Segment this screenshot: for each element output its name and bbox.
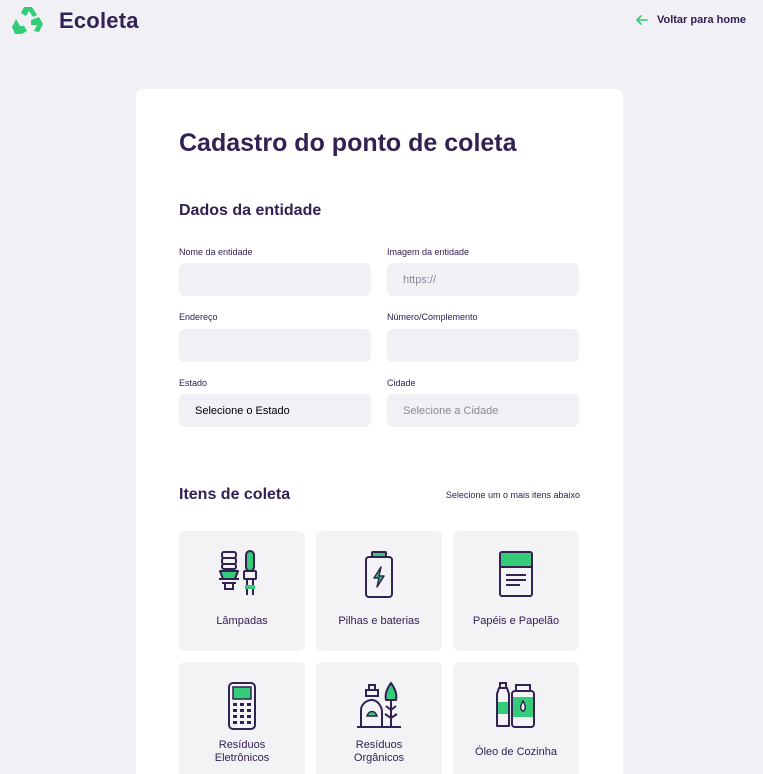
entity-name-label: Nome da entidade: [179, 247, 253, 257]
item-label: Lâmpadas: [216, 615, 268, 627]
arrow-left-icon: [636, 15, 648, 25]
item-label: Papéis e Papelão: [472, 615, 560, 627]
city-label: Cidade: [387, 378, 416, 388]
address-label: Endereço: [179, 312, 218, 322]
city-select[interactable]: Selecione a Cidade: [387, 394, 579, 427]
number-label: Número/Complemento: [387, 312, 478, 322]
entity-image-input[interactable]: [387, 263, 579, 296]
item-oil[interactable]: Óleo de Cozinha: [453, 662, 579, 774]
item-label: Pilhas e baterias: [338, 615, 420, 627]
oil-icon: [496, 682, 535, 728]
number-input[interactable]: [387, 329, 579, 362]
address-input[interactable]: [179, 329, 371, 362]
item-paper[interactable]: Papéis e Papelão: [453, 531, 579, 651]
item-organic[interactable]: Resíduos Orgânicos: [316, 662, 442, 774]
app-name: Ecoleta: [59, 7, 139, 33]
state-select[interactable]: Selecione o Estado: [179, 394, 371, 427]
items-section-title: Itens de coleta: [179, 486, 291, 503]
state-label: Estado: [179, 378, 208, 388]
header: Ecoleta Voltar para home: [0, 0, 763, 44]
paper-icon: [499, 551, 533, 597]
item-batteries[interactable]: Pilhas e baterias: [316, 531, 442, 651]
page-title: Cadastro do ponto de coleta: [179, 129, 517, 157]
organic-icon: [357, 682, 401, 728]
back-home-label: Voltar para home: [656, 14, 746, 26]
back-home-link[interactable]: Voltar para home: [635, 13, 746, 27]
battery-icon: [365, 551, 393, 598]
electronics-icon: [228, 682, 256, 730]
items-section-hint: Selecione um o mais itens abaixo: [445, 490, 580, 500]
item-label: Óleo de Cozinha: [475, 746, 557, 758]
entity-name-input[interactable]: [179, 263, 371, 296]
item-lamps[interactable]: Lâmpadas: [179, 531, 305, 651]
item-label: Resíduos Eletrônicos: [214, 739, 270, 764]
lamps-icon: [219, 550, 257, 595]
logo[interactable]: Ecoleta: [12, 5, 139, 36]
city-select-value: Selecione a Cidade: [403, 404, 499, 417]
entity-section-title: Dados da entidade: [179, 202, 322, 219]
recycle-icon: [12, 7, 43, 34]
item-label: Resíduos Orgânicos: [353, 739, 405, 764]
entity-image-label: Imagem da entidade: [387, 247, 470, 257]
item-electronics[interactable]: Resíduos Eletrônicos: [179, 662, 305, 774]
state-select-value: Selecione o Estado: [195, 404, 290, 417]
form-card: Cadastro do ponto de coleta Dados da ent…: [136, 89, 623, 774]
